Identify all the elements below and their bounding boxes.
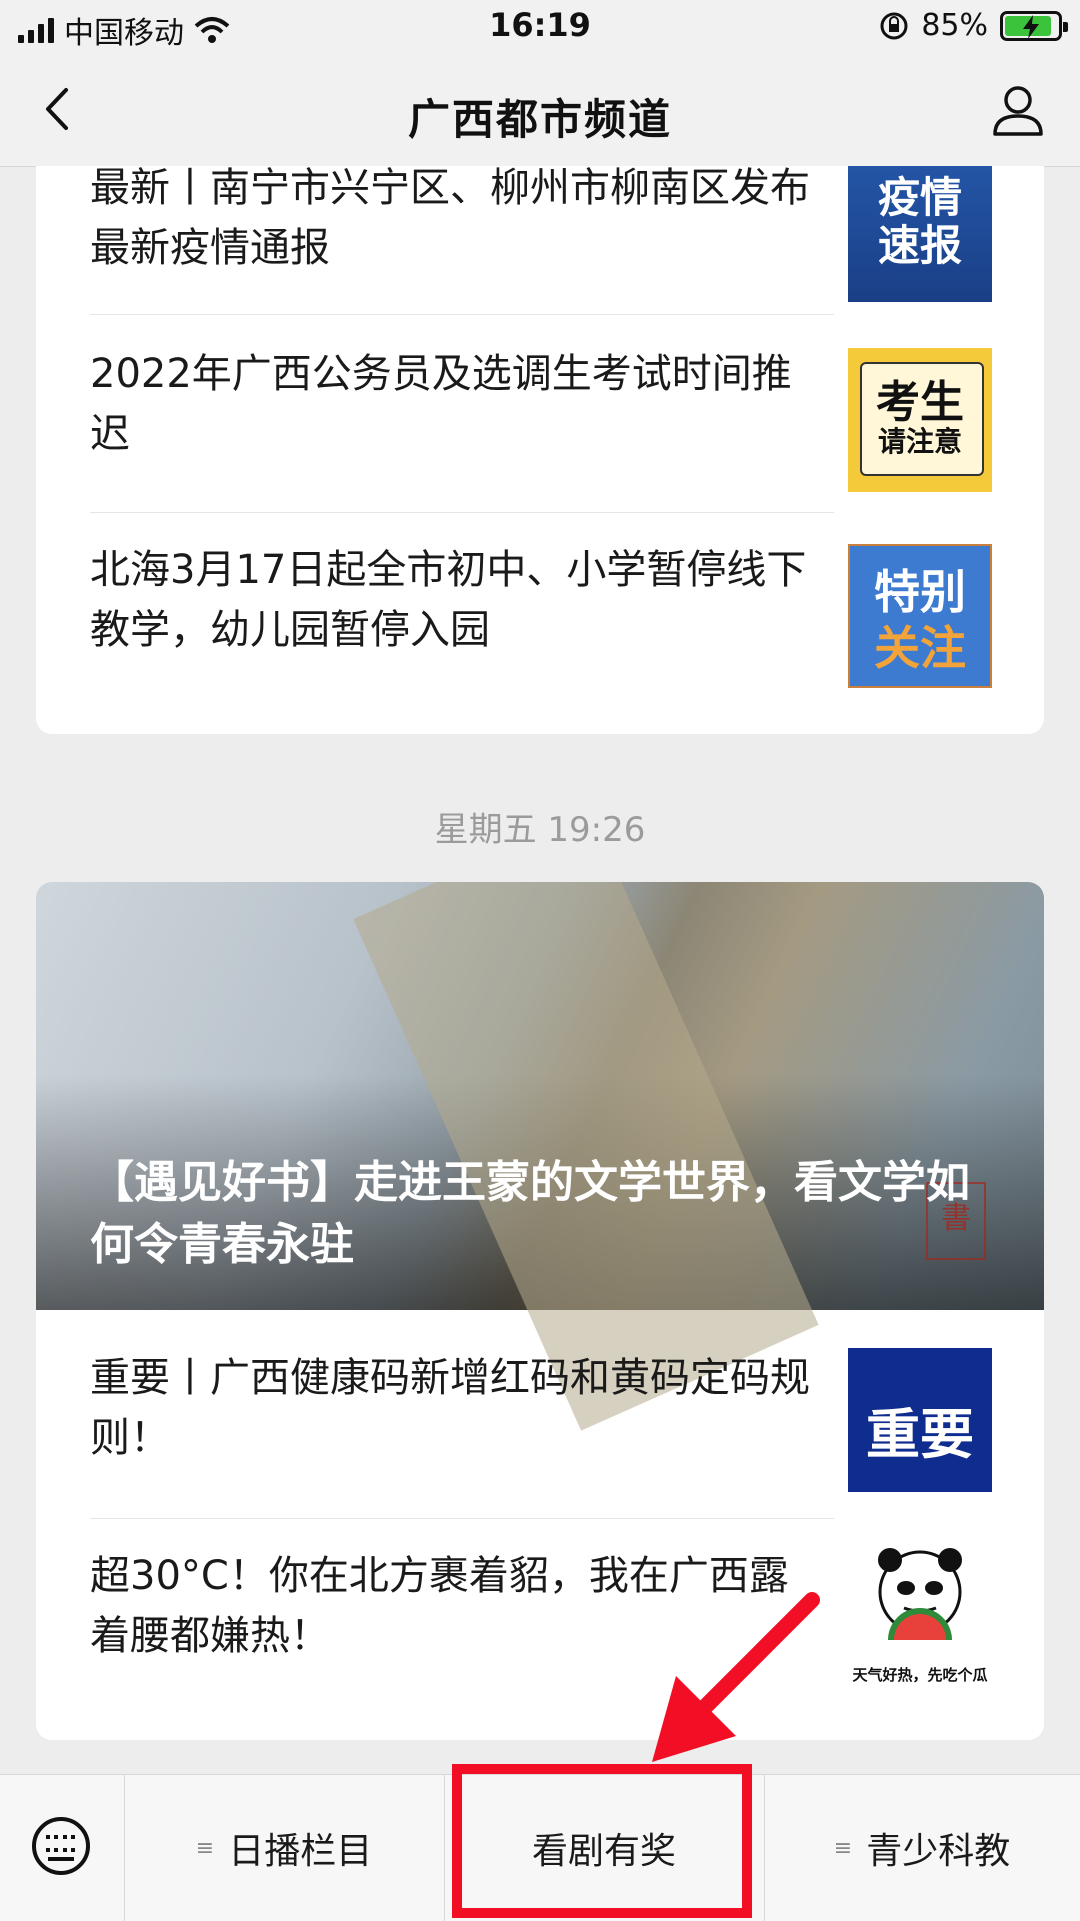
status-right: 85% <box>879 8 1068 43</box>
feature-article-image[interactable]: 書 【遇见好书】走进王蒙的文学世界，看文学如何令青春永驻 <box>36 882 1044 1431</box>
list-item[interactable]: 北海3月17日起全市初中、小学暂停线下教学，幼儿园暂停入园 特别 关注 <box>90 544 1044 698</box>
divider <box>90 314 834 315</box>
list-item[interactable]: 超30°C！你在北方裹着貂，我在广西露着腰都嫌热！ 天气好热，先吃个瓜 <box>90 1542 1044 1704</box>
menu-lines-icon: ≡ <box>833 1835 853 1861</box>
list-item[interactable]: 2022年广西公务员及选调生考试时间推迟 考生 请注意 <box>90 348 1044 500</box>
article-thumbnail[interactable]: 考生 请注意 <box>848 348 992 492</box>
panda-meme-icon <box>878 1548 962 1640</box>
divider <box>90 1518 834 1519</box>
divider <box>90 512 834 513</box>
article-thumbnail[interactable]: 重要 <box>848 1348 992 1492</box>
battery-charging-icon <box>1000 10 1068 41</box>
article-title[interactable]: 2022年广西公务员及选调生考试时间推迟 <box>90 344 810 464</box>
menu-item-daily-programs[interactable]: ≡ 日播栏目 <box>124 1775 445 1921</box>
page-title: 广西都市频道 <box>407 95 672 144</box>
menu-item-label: 日播栏目 <box>228 1831 373 1872</box>
nav-bar: 广西都市频道 <box>0 54 1080 167</box>
status-bar: 中国移动 16:19 85% <box>0 0 1080 54</box>
rotation-lock-icon <box>880 12 908 39</box>
article-card-group-1: 最新丨南宁市兴宁区、柳州市柳南区发布最新疫情通报 疫情 速报 2022年广西公务… <box>36 166 1044 734</box>
thumbnail-caption: 天气好热，先吃个瓜 <box>852 1666 988 1684</box>
highlight-box-annotation <box>452 1764 752 1918</box>
article-thumbnail[interactable]: 疫情 速报 <box>848 166 992 302</box>
article-title[interactable]: 北海3月17日起全市初中、小学暂停线下教学，幼儿园暂停入园 <box>90 540 830 660</box>
battery-percent: 85% <box>921 8 988 43</box>
menu-item-youth-science[interactable]: ≡ 青少科教 <box>764 1775 1080 1921</box>
red-arrow-annotation <box>652 1592 820 1762</box>
keyboard-toggle-button[interactable] <box>0 1775 125 1921</box>
user-icon[interactable] <box>990 82 1046 138</box>
list-item[interactable]: 最新丨南宁市兴宁区、柳州市柳南区发布最新疫情通报 疫情 速报 <box>90 166 1044 302</box>
article-title[interactable]: 重要丨广西健康码新增红码和黄码定码规则！ <box>90 1348 810 1468</box>
article-title[interactable]: 最新丨南宁市兴宁区、柳州市柳南区发布最新疫情通报 <box>90 166 810 278</box>
article-thumbnail[interactable]: 特别 关注 <box>848 544 992 688</box>
keyboard-icon <box>32 1817 90 1875</box>
article-thumbnail[interactable]: 天气好热，先吃个瓜 <box>848 1542 992 1692</box>
menu-lines-icon: ≡ <box>195 1835 215 1861</box>
article-card-group-2: 書 【遇见好书】走进王蒙的文学世界，看文学如何令青春永驻 重要丨广西健康码新增红… <box>36 882 1044 1740</box>
message-timestamp: 星期五 19:26 <box>434 810 646 850</box>
menu-item-label: 青少科教 <box>866 1831 1011 1872</box>
list-item[interactable]: 重要丨广西健康码新增红码和黄码定码规则！ 重要 <box>90 1348 1044 1498</box>
feature-article-title[interactable]: 【遇见好书】走进王蒙的文学世界，看文学如何令青春永驻 <box>90 1152 990 1276</box>
